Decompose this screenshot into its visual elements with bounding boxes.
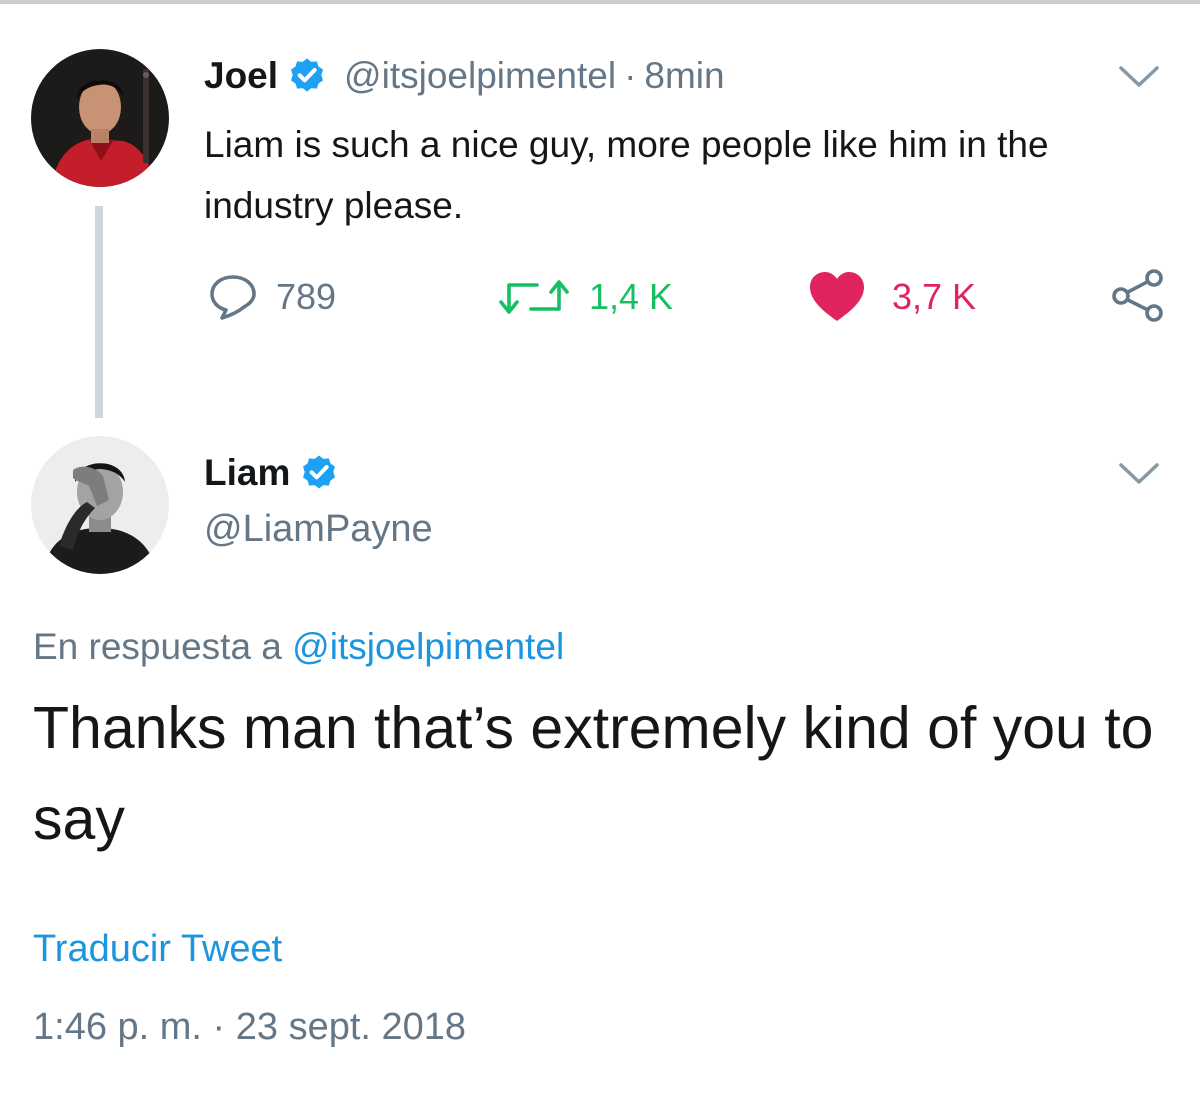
thread-connector-line [95,206,103,418]
heart-icon [810,272,864,321]
reply-context-prefix: En respuesta a [33,626,282,667]
reply-bubble-icon [210,275,256,320]
share-button[interactable] [1110,268,1168,322]
liam-header: Liam [204,445,339,501]
reply-context: En respuesta a @itsjoelpimentel [33,626,564,668]
joel-header: Joel @itsjoelpimentel · 8min [204,48,725,104]
chevron-down-icon[interactable] [1116,460,1162,488]
like-count: 3,7 K [892,276,977,317]
joel-display-name[interactable]: Joel [204,55,278,97]
tweet-relative-time[interactable]: 8min [644,55,724,97]
reply-tweet-text: Thanks man that’s extremely kind of you … [33,695,1154,852]
retweet-button[interactable]: 1,4 K [497,270,673,324]
liam-handle[interactable]: @LiamPayne [204,508,433,551]
reply-context-mention-link[interactable]: @itsjoelpimentel [292,626,564,667]
translate-tweet-link[interactable]: Traducir Tweet [33,928,282,971]
verified-badge-icon [303,455,336,489]
share-icon [1112,269,1163,322]
separator-dot: · [624,55,637,96]
tweet-timestamp[interactable]: 1:46 p. m. · 23 sept. 2018 [33,1006,466,1049]
reply-count: 789 [276,276,337,317]
joel-avatar[interactable] [31,49,169,187]
chevron-down-icon[interactable] [1116,63,1162,91]
like-button[interactable]: 3,7 K [808,270,976,324]
reply-button[interactable]: 789 [208,270,336,324]
retweet-count: 1,4 K [589,276,674,317]
retweet-icon [499,280,569,314]
liam-avatar[interactable] [31,436,169,574]
joel-handle[interactable]: @itsjoelpimentel [344,55,616,97]
original-tweet-text: Liam is such a nice guy, more people lik… [204,124,1049,226]
top-divider [0,0,1200,4]
verified-badge-icon [291,58,324,92]
liam-display-name[interactable]: Liam [204,452,290,494]
